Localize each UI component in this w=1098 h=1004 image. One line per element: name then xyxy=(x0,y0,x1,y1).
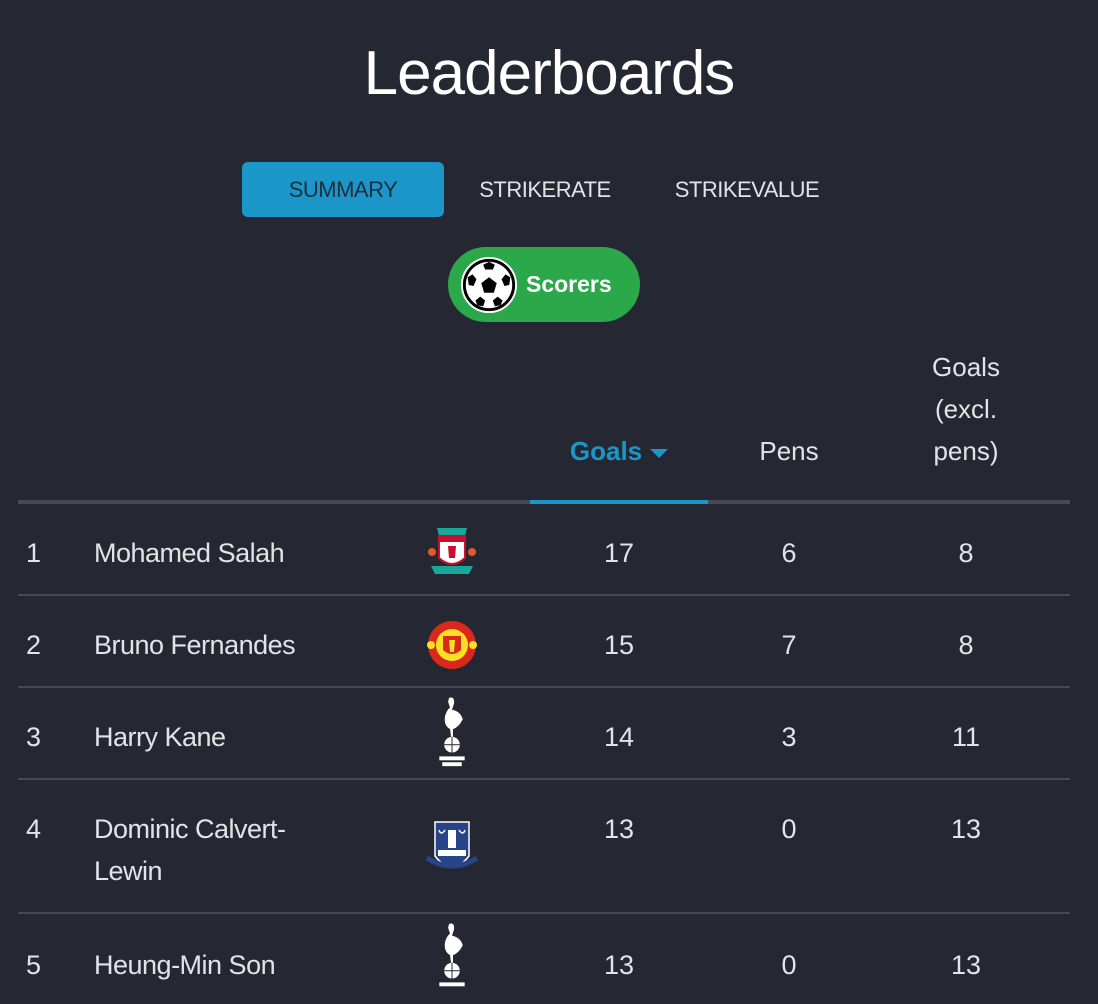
column-header-goals[interactable]: Goals xyxy=(530,430,708,472)
pens-value: 0 xyxy=(781,814,797,844)
soccer-ball-icon xyxy=(460,256,518,313)
column-header-pens[interactable]: Pens xyxy=(708,430,870,472)
goals-value: 15 xyxy=(603,630,635,660)
page-title: Leaderboards xyxy=(363,39,736,108)
column-header-goals-excl-pens[interactable]: Goals (excl. pens) xyxy=(886,346,1046,472)
goals-excl-pens-value: 11 xyxy=(951,722,981,752)
leaderboard-tabs: SUMMARY STRIKERATE STRIKEVALUE xyxy=(242,162,848,217)
pens-value: 3 xyxy=(781,722,797,752)
rank: 3 xyxy=(26,722,42,752)
table-row[interactable]: 5 Heung-Min Son 13 0 13 xyxy=(18,914,1070,1004)
table-row[interactable]: 4 Dominic Calvert-Lewin 13 0 13 xyxy=(18,780,1070,914)
table-header: Goals Pens Goals (excl. pens) xyxy=(18,340,1070,504)
goals-excl-pens-value: 8 xyxy=(958,538,974,568)
manchester-united-crest-icon xyxy=(427,621,477,669)
goals-value: 13 xyxy=(603,950,635,980)
table-row[interactable]: 3 Harry Kane 14 3 11 xyxy=(18,688,1070,780)
table-row[interactable]: 2 Bruno Fernandes 15 7 8 xyxy=(18,596,1070,688)
column-header-excl-line2: (excl. xyxy=(934,394,998,424)
goals-excl-pens-value: 13 xyxy=(950,950,982,980)
rank: 4 xyxy=(26,814,42,844)
scorers-filter-label: Scorers xyxy=(526,271,612,297)
player-name[interactable]: Dominic Calvert-Lewin xyxy=(94,808,344,892)
pens-value: 7 xyxy=(781,630,797,660)
rank: 1 xyxy=(26,538,42,568)
player-name[interactable]: Mohamed Salah xyxy=(94,532,344,574)
sort-descending-icon xyxy=(650,448,669,458)
scorers-filter-button[interactable]: Scorers xyxy=(448,247,640,322)
player-name[interactable]: Bruno Fernandes xyxy=(94,624,344,666)
goals-excl-pens-value: 8 xyxy=(958,630,974,660)
rank: 5 xyxy=(26,950,42,980)
tab-summary[interactable]: SUMMARY xyxy=(242,162,444,217)
tottenham-crest-icon xyxy=(439,697,465,767)
column-header-excl-line1: Goals xyxy=(932,352,1000,382)
goals-value: 14 xyxy=(603,722,635,752)
goals-value: 13 xyxy=(603,814,635,844)
tottenham-crest-icon xyxy=(439,923,465,987)
player-name[interactable]: Harry Kane xyxy=(94,716,344,758)
table-row[interactable]: 1 Mohamed Salah 17 6 8 xyxy=(18,504,1070,596)
tab-strikevalue[interactable]: STRIKEVALUE xyxy=(646,162,848,217)
leaderboard-table: Goals Pens Goals (excl. pens) 1 Mohamed … xyxy=(18,340,1070,1004)
goals-excl-pens-value: 13 xyxy=(950,814,982,844)
liverpool-crest-icon xyxy=(428,528,476,574)
column-header-excl-line3: pens) xyxy=(933,436,999,466)
player-name[interactable]: Heung-Min Son xyxy=(94,944,344,986)
pens-value: 0 xyxy=(781,950,797,980)
goals-value: 17 xyxy=(603,538,635,568)
pens-value: 6 xyxy=(781,538,797,568)
tab-strikerate[interactable]: STRIKERATE xyxy=(444,162,646,217)
column-header-goals-label: Goals xyxy=(569,436,643,466)
rank: 2 xyxy=(26,630,42,660)
everton-crest-icon xyxy=(425,821,479,869)
